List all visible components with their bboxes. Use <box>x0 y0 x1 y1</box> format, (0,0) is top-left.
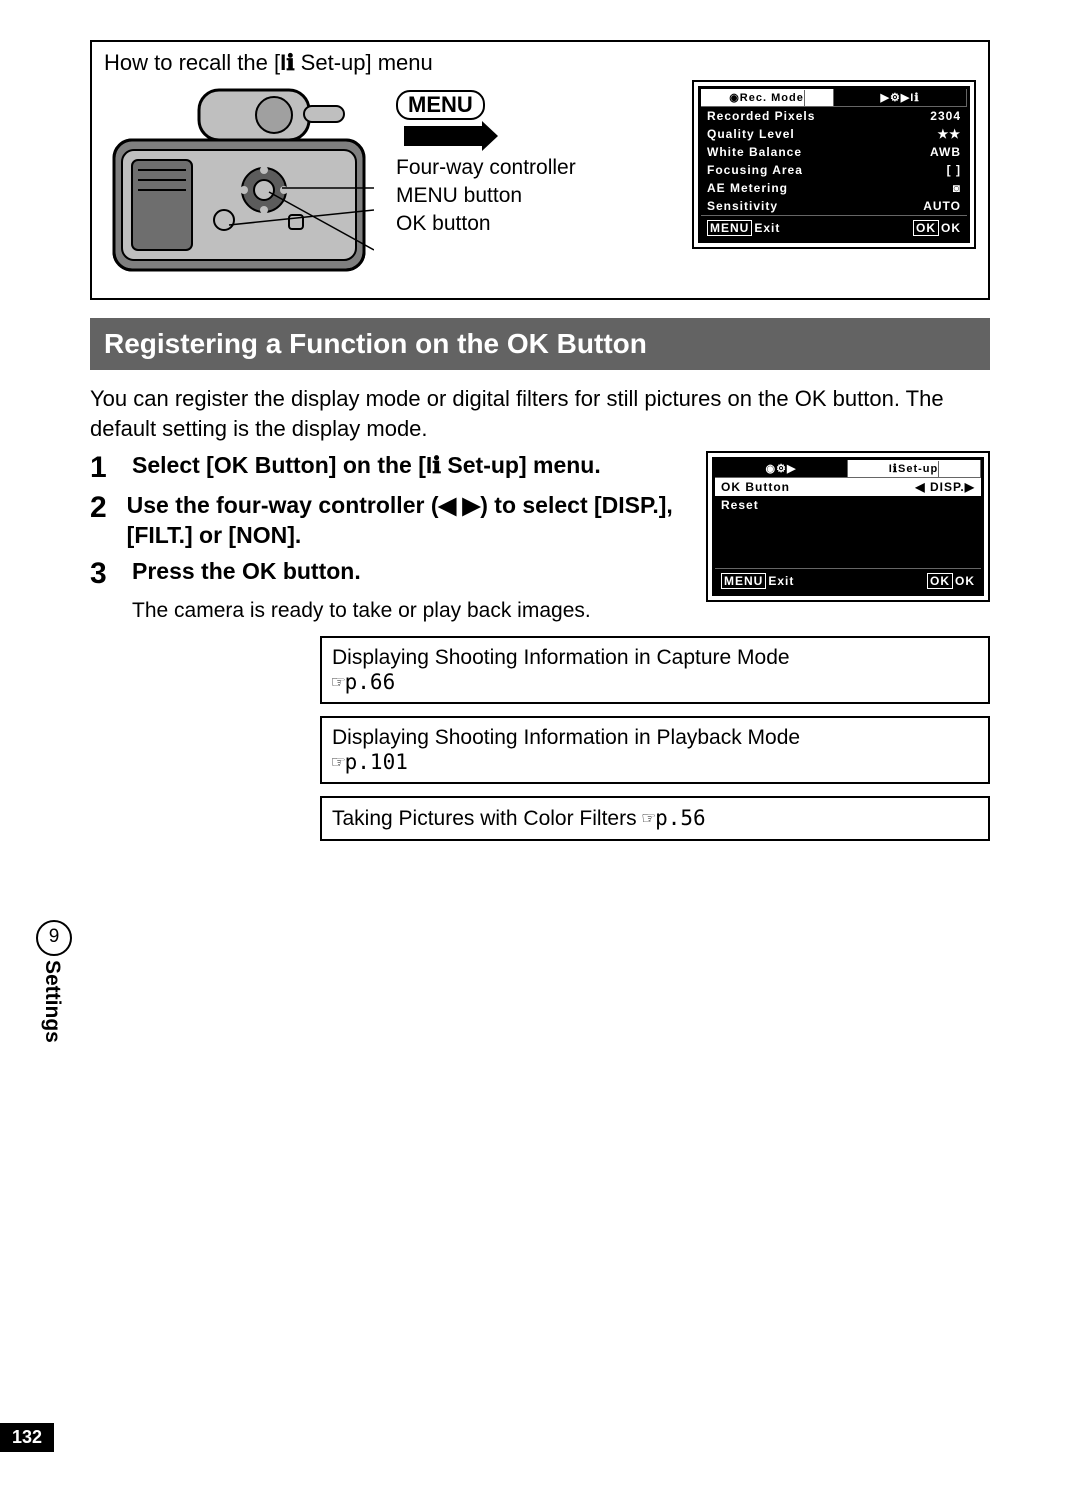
ref-capture: Displaying Shooting Information in Captu… <box>320 636 990 704</box>
step-2: 2 Use the four-way controller (◀ ▶) to s… <box>90 491 692 551</box>
step1-pre: Select [OK Button] on the [ <box>132 452 426 478</box>
lcd1-k2: White Balance <box>707 145 802 159</box>
lcd1-k0: Recorded Pixels <box>707 109 815 123</box>
fourway-label: Four-way controller <box>396 156 680 180</box>
okbtn-label: OK button <box>396 212 680 236</box>
lcd-tab-camera-icon: ◉Rec. Mode <box>701 89 834 106</box>
page-number: 132 <box>0 1423 54 1452</box>
lcd1-v4: ◙ <box>953 181 961 195</box>
side-tab: 9 Settings <box>0 920 72 1043</box>
lcd-setup: ◉⚙▶ IℹSet-up OK Button ◀ DISP.▶ Reset MEN… <box>706 451 990 602</box>
camera-illustration <box>104 80 384 286</box>
ref2-text: Taking Pictures with Color Filters <box>332 807 642 830</box>
step3-text: Press the OK button. <box>132 557 361 591</box>
step1-text: Select [OK Button] on the [Iℹ Set-up] me… <box>132 451 601 485</box>
lcd2-k1: Reset <box>721 498 759 512</box>
lcd1-oklbl: OK <box>941 221 961 235</box>
recall-menu-box: How to recall the [Iℹ Set-up] menu <box>90 40 990 300</box>
step3-num: 3 <box>90 557 114 591</box>
howto-text: How to recall the [Iℹ Set-up] menu <box>104 50 976 76</box>
lcd1-menu-key: MENU <box>707 220 752 236</box>
lcd-recmode: ◉Rec. Mode ▶⚙▶Iℹ Recorded Pixels 2304 Qua… <box>692 80 976 286</box>
lcd1-k5: Sensitivity <box>707 199 778 213</box>
lcd2-ok-key: OK <box>927 573 953 589</box>
lcd1-title: Rec. Mode <box>740 90 805 106</box>
step1-post: Set-up] menu. <box>441 452 601 478</box>
setup-icon-inline: Iℹ <box>426 451 441 481</box>
lcd2-tab-setup: IℹSet-up <box>848 460 981 477</box>
ref1-page: ☞p.101 <box>332 750 978 774</box>
intro-paragraph: You can register the display mode or dig… <box>90 384 990 443</box>
lcd2-menu-key: MENU <box>721 573 766 589</box>
lcd2-v0: ◀ DISP.▶ <box>915 480 975 494</box>
howto-post: Set-up] menu <box>295 50 433 75</box>
lcd1-v3: [ ] <box>947 163 961 177</box>
lcd1-k4: AE Metering <box>707 181 788 195</box>
lcd2-oklbl: OK <box>955 574 975 588</box>
lcd2-exit: Exit <box>768 574 794 588</box>
step2-num: 2 <box>90 491 109 551</box>
lcd1-exit: Exit <box>754 221 780 235</box>
ref0-page: ☞p.66 <box>332 670 978 694</box>
ref1-text: Displaying Shooting Information in Playb… <box>332 726 978 750</box>
lcd1-v2: AWB <box>930 145 961 159</box>
arrow-right-icon <box>404 126 484 146</box>
step-1: 1 Select [OK Button] on the [Iℹ Set-up] … <box>90 451 692 485</box>
menu-key-icon: MENU <box>396 90 485 120</box>
step2-text: Use the four-way controller (◀ ▶) to sel… <box>127 491 692 551</box>
lcd1-v5: AUTO <box>923 199 961 213</box>
lcd2-tabicons: ◉⚙▶ <box>715 460 848 477</box>
setup-icon: Iℹ <box>280 50 294 76</box>
chapter-number: 9 <box>36 920 72 956</box>
lcd1-ok-key: OK <box>913 220 939 236</box>
ref2-page: ☞p.56 <box>642 806 705 830</box>
lcd1-v0: 2304 <box>930 109 961 123</box>
step1-num: 1 <box>90 451 114 485</box>
chapter-label: Settings <box>40 960 64 1043</box>
howto-pre: How to recall the [ <box>104 50 280 75</box>
step-3: 3 Press the OK button. <box>90 557 692 591</box>
ref-playback: Displaying Shooting Information in Playb… <box>320 716 990 784</box>
lcd2-k0: OK Button <box>721 480 790 494</box>
ref0-text: Displaying Shooting Information in Captu… <box>332 646 978 670</box>
lcd2-rows: OK Button ◀ DISP.▶ Reset <box>715 478 981 568</box>
menubtn-label: MENU button <box>396 184 680 208</box>
lcd2-title: Set-up <box>898 461 939 477</box>
lcd1-v1: ★★ <box>937 127 961 141</box>
lcd1-k1: Quality Level <box>707 127 795 141</box>
lcd1-rows: Recorded Pixels 2304 Quality Level ★★ Whit… <box>701 107 967 215</box>
section-heading: Registering a Function on the OK Button <box>90 318 990 370</box>
callout-labels: MENU Four-way controller MENU button OK … <box>396 80 680 286</box>
lcd1-k3: Focusing Area <box>707 163 803 177</box>
ref-filters: Taking Pictures with Color Filters ☞p.56 <box>320 796 990 841</box>
lcd-tab-icons: ▶⚙▶Iℹ <box>834 89 967 106</box>
